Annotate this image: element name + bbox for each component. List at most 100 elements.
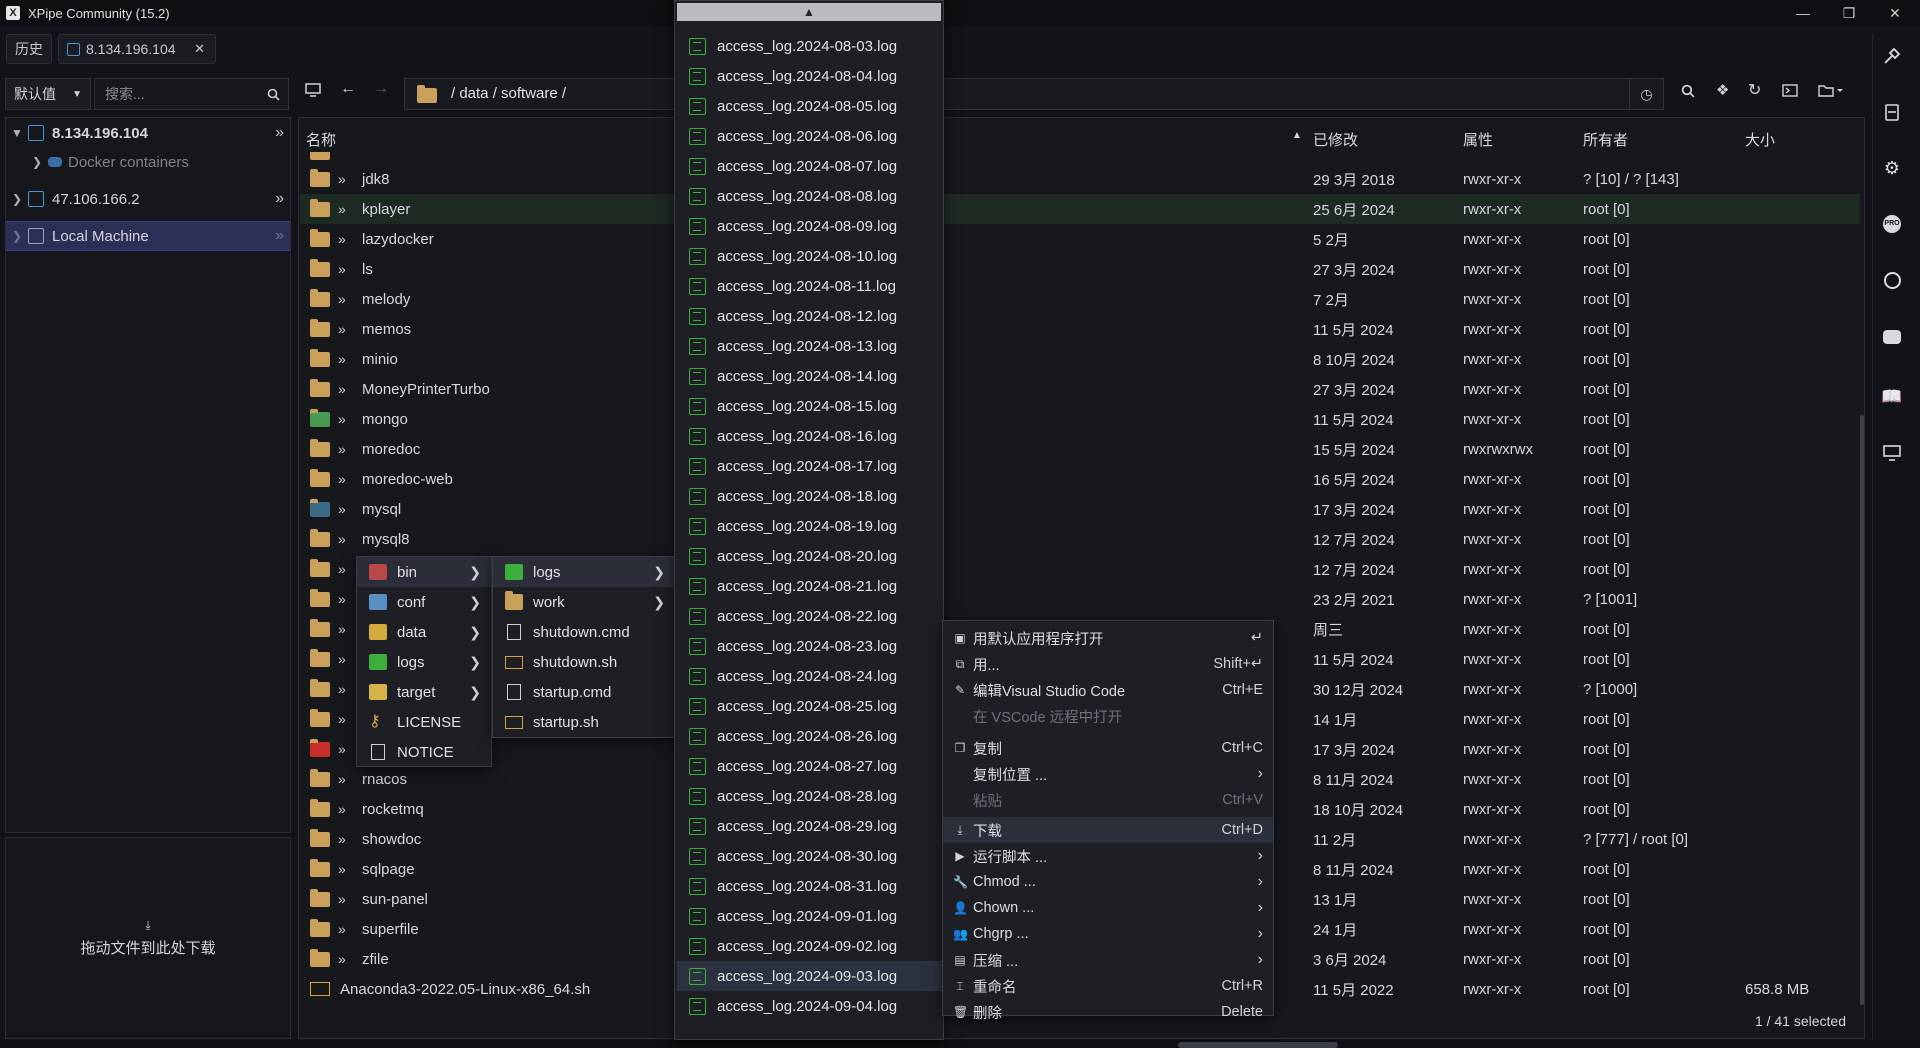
- path-bar[interactable]: / data / software / ◷: [404, 78, 1664, 110]
- pro-badge-icon[interactable]: PRO: [1881, 213, 1903, 235]
- log-file-item[interactable]: access_log.2024-08-04.log: [677, 61, 943, 91]
- log-file-item[interactable]: access_log.2024-09-01.log: [677, 901, 943, 931]
- submenu-item-logs[interactable]: logs ❯: [357, 647, 491, 677]
- table-row[interactable]: » melody 7 2月 rwxr-xr-x root [0]: [300, 284, 1860, 314]
- expand-folder-icon[interactable]: »: [338, 201, 346, 217]
- log-file-item[interactable]: access_log.2024-08-22.log: [677, 601, 943, 631]
- expand-folder-icon[interactable]: »: [338, 231, 346, 247]
- expand-folder-icon[interactable]: »: [338, 501, 346, 517]
- context-menu-item[interactable]: ⧉ 用... Shift+↵: [943, 651, 1273, 677]
- download-drop-zone[interactable]: ⤓ 拖动文件到此处下载: [5, 837, 291, 1039]
- log-file-item[interactable]: access_log.2024-08-07.log: [677, 151, 943, 181]
- column-attrs[interactable]: 属性: [1463, 129, 1493, 150]
- expanded-caret-icon[interactable]: ▼: [6, 126, 28, 140]
- expand-folder-icon[interactable]: »: [338, 531, 346, 547]
- log-file-item[interactable]: access_log.2024-08-29.log: [677, 811, 943, 841]
- terminal-icon[interactable]: [1782, 84, 1798, 97]
- log-file-item[interactable]: access_log.2024-08-12.log: [677, 301, 943, 331]
- history-tab[interactable]: 历史: [6, 34, 52, 64]
- sort-ascending-icon[interactable]: ▲: [1292, 130, 1302, 141]
- log-file-item[interactable]: access_log.2024-09-02.log: [677, 931, 943, 961]
- context-menu-item[interactable]: 复制位置 ... ›: [943, 761, 1273, 787]
- context-menu-item[interactable]: ✎ 编辑Visual Studio Code Ctrl+E: [943, 677, 1273, 703]
- table-row[interactable]: » ls 27 3月 2024 rwxr-xr-x root [0]: [300, 254, 1860, 284]
- docs-book-icon[interactable]: 📖: [1881, 386, 1903, 408]
- context-menu-item[interactable]: ▣ 用默认应用程序打开 ↵: [943, 625, 1273, 651]
- table-row[interactable]: » lazydocker 5 2月 rwxr-xr-x root [0]: [300, 224, 1860, 254]
- log-file-item[interactable]: access_log.2024-09-04.log: [677, 991, 943, 1021]
- submenu-item-bin[interactable]: bin ❯: [357, 557, 491, 587]
- submenu-item-startup-sh[interactable]: startup.sh: [493, 707, 675, 737]
- history-icon[interactable]: ◷: [1629, 79, 1663, 109]
- submenu-item-shutdown-cmd[interactable]: shutdown.cmd: [493, 617, 675, 647]
- tab-host[interactable]: 8.134.196.104 ✕: [58, 34, 216, 64]
- log-file-item[interactable]: access_log.2024-08-09.log: [677, 211, 943, 241]
- log-file-item[interactable]: access_log.2024-08-31.log: [677, 871, 943, 901]
- collapsed-caret-icon[interactable]: ❯: [6, 192, 28, 206]
- files-icon[interactable]: [1881, 101, 1903, 123]
- forward-arrow-icon[interactable]: →: [373, 80, 389, 98]
- table-row[interactable]: » kplayer 25 6月 2024 rwxr-xr-x root [0]: [300, 194, 1860, 224]
- log-file-item[interactable]: access_log.2024-08-16.log: [677, 421, 943, 451]
- expand-folder-icon[interactable]: »: [338, 711, 346, 727]
- expand-folder-icon[interactable]: »: [338, 471, 346, 487]
- table-row[interactable]: » mysql 17 3月 2024 rwxr-xr-x root [0]: [300, 494, 1860, 524]
- log-file-item[interactable]: access_log.2024-08-20.log: [677, 541, 943, 571]
- plug-icon[interactable]: [1881, 45, 1903, 67]
- expand-folder-icon[interactable]: »: [338, 321, 346, 337]
- expand-folder-icon[interactable]: »: [338, 621, 346, 637]
- host-menu-icon[interactable]: »: [275, 227, 284, 245]
- submenu-item-target[interactable]: target ❯: [357, 677, 491, 707]
- log-file-item[interactable]: access_log.2024-08-14.log: [677, 361, 943, 391]
- context-menu-item[interactable]: 👥 Chgrp ... ›: [943, 921, 1273, 947]
- column-owner[interactable]: 所有者: [1583, 129, 1628, 150]
- log-file-item[interactable]: access_log.2024-08-17.log: [677, 451, 943, 481]
- log-file-item[interactable]: access_log.2024-08-11.log: [677, 271, 943, 301]
- column-modified[interactable]: 已修改: [1313, 129, 1358, 150]
- log-file-item[interactable]: access_log.2024-08-27.log: [677, 751, 943, 781]
- column-size[interactable]: 大小: [1745, 129, 1775, 150]
- host-menu-icon[interactable]: »: [275, 190, 284, 208]
- submenu-item-shutdown-sh[interactable]: shutdown.sh: [493, 647, 675, 677]
- log-file-item[interactable]: access_log.2024-08-24.log: [677, 661, 943, 691]
- search-icon[interactable]: [1681, 84, 1695, 98]
- submenu-item-notice[interactable]: NOTICE: [357, 737, 491, 767]
- log-file-item[interactable]: access_log.2024-08-08.log: [677, 181, 943, 211]
- table-row[interactable]: » mongo 11 5月 2024 rwxr-xr-x root [0]: [300, 404, 1860, 434]
- expand-folder-icon[interactable]: »: [338, 171, 346, 187]
- refresh-icon[interactable]: ↻: [1748, 80, 1761, 100]
- collapsed-caret-icon[interactable]: ❯: [26, 155, 48, 169]
- context-menu-item[interactable]: 🗑 删除 Delete: [943, 999, 1273, 1025]
- close-tab-icon[interactable]: ✕: [194, 41, 205, 57]
- log-file-item[interactable]: access_log.2024-08-15.log: [677, 391, 943, 421]
- host-row-2[interactable]: ❯ 47.106.166.2 »: [6, 184, 290, 214]
- table-row[interactable]: » moredoc 15 5月 2024 rwxrwxrwx root [0]: [300, 434, 1860, 464]
- log-file-item[interactable]: access_log.2024-08-30.log: [677, 841, 943, 871]
- expand-folder-icon[interactable]: »: [338, 351, 346, 367]
- context-menu-item[interactable]: ⌶ 重命名 Ctrl+R: [943, 973, 1273, 999]
- submenu-item-logs-folder[interactable]: logs ❯: [493, 557, 675, 587]
- minimize-button[interactable]: —: [1780, 0, 1826, 26]
- expand-folder-icon[interactable]: »: [338, 381, 346, 397]
- log-file-item[interactable]: access_log.2024-08-13.log: [677, 331, 943, 361]
- log-file-item[interactable]: access_log.2024-08-05.log: [677, 91, 943, 121]
- context-menu-item[interactable]: 🔧 Chmod ... ›: [943, 869, 1273, 895]
- context-menu-item[interactable]: ⤓ 下载 Ctrl+D: [943, 817, 1273, 843]
- log-file-item[interactable]: access_log.2024-08-28.log: [677, 781, 943, 811]
- search-input[interactable]: 搜索...: [94, 78, 289, 110]
- expand-folder-icon[interactable]: »: [338, 861, 346, 877]
- expand-folder-icon[interactable]: »: [338, 411, 346, 427]
- expand-folder-icon[interactable]: »: [338, 771, 346, 787]
- expand-folder-icon[interactable]: »: [338, 891, 346, 907]
- table-row[interactable]: » memos 11 5月 2024 rwxr-xr-x root [0]: [300, 314, 1860, 344]
- log-file-item[interactable]: access_log.2024-08-10.log: [677, 241, 943, 271]
- log-file-item[interactable]: access_log.2024-08-03.log: [677, 31, 943, 61]
- submenu-item-startup-cmd[interactable]: startup.cmd: [493, 677, 675, 707]
- log-file-item[interactable]: access_log.2024-08-26.log: [677, 721, 943, 751]
- expand-folder-icon[interactable]: »: [338, 951, 346, 967]
- settings-icon[interactable]: ⚙: [1881, 157, 1903, 179]
- expand-folder-icon[interactable]: »: [338, 801, 346, 817]
- submenu-item-license[interactable]: ⚷ LICENSE: [357, 707, 491, 737]
- docker-containers-row[interactable]: ❯ Docker containers: [6, 147, 290, 177]
- log-file-item[interactable]: access_log.2024-08-06.log: [677, 121, 943, 151]
